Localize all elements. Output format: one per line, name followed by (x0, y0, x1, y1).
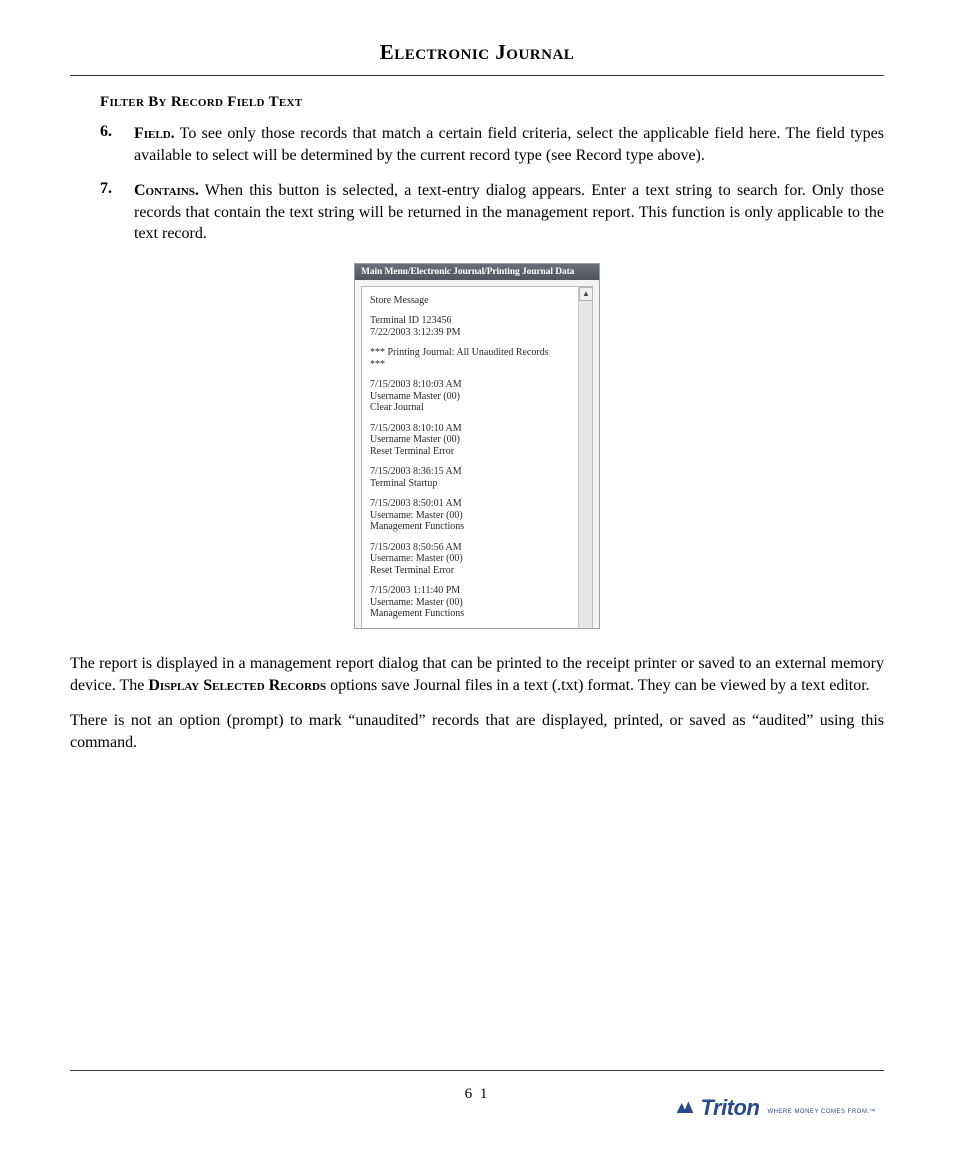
journal-line: *** Printing Journal: All Unaudited Reco… (370, 347, 584, 359)
list-text: When this button is selected, a text-ent… (134, 182, 884, 242)
dialog-titlebar: Main Menu/Electronic Journal/Printing Jo… (355, 264, 599, 280)
journal-entry: Store Message (370, 295, 584, 307)
journal-line: Username: Master (00) (370, 597, 584, 609)
list-body: Contains. When this button is selected, … (134, 180, 884, 245)
journal-line: 7/15/2003 8:50:01 AM (370, 498, 584, 510)
body-paragraph: The report is displayed in a management … (70, 653, 884, 696)
journal-entry: 7/15/2003 8:36:15 AMTerminal Startup (370, 466, 584, 489)
logo-tagline: WHERE MONEY COMES FROM.™ (767, 1109, 876, 1115)
journal-line: Username Master (00) (370, 391, 584, 403)
journal-entry: *** Printing Journal: All Unaudited Reco… (370, 347, 584, 370)
journal-entry: 7/15/2003 8:10:10 AMUsername Master (00)… (370, 423, 584, 458)
list-item: 7. Contains. When this button is selecte… (100, 180, 884, 245)
journal-line: *** (370, 359, 584, 371)
numbered-list: 6. Field. To see only those records that… (100, 123, 884, 245)
list-lead: Contains. (134, 182, 199, 199)
journal-line: Store Message (370, 295, 584, 307)
journal-line: Management Functions (370, 521, 584, 533)
para-text: options save Journal files in a text (.t… (326, 677, 870, 694)
scroll-up-button[interactable]: ▲ (579, 287, 593, 301)
footer-rule (70, 1070, 884, 1071)
journal-line: 7/15/2003 8:50:56 AM (370, 542, 584, 554)
journal-line: Reset Terminal Error (370, 565, 584, 577)
journal-line: Reset Terminal Error (370, 446, 584, 458)
header-rule (70, 75, 884, 76)
journal-line: Username: Master (00) (370, 510, 584, 522)
section-heading: Filter By Record Field Text (100, 94, 884, 111)
journal-line: Username: Master (00) (370, 553, 584, 565)
list-lead: Field. (134, 125, 175, 142)
body-paragraph: There is not an option (prompt) to mark … (70, 710, 884, 753)
journal-entry: Terminal ID 1234567/22/2003 3:12:39 PM (370, 315, 584, 338)
list-body: Field. To see only those records that ma… (134, 123, 884, 166)
scrollbar[interactable]: ▲ ▼ (578, 287, 592, 629)
journal-line: 7/15/2003 8:10:03 AM (370, 379, 584, 391)
journal-line: Terminal Startup (370, 478, 584, 490)
list-text: To see only those records that match a c… (134, 125, 884, 164)
dialog-window: Main Menu/Electronic Journal/Printing Jo… (354, 263, 600, 629)
page-title: Electronic Journal (70, 40, 884, 75)
journal-line: 7/15/2003 8:36:15 AM (370, 466, 584, 478)
journal-line: 7/15/2003 1:11:40 PM (370, 585, 584, 597)
embedded-screenshot: Main Menu/Electronic Journal/Printing Jo… (70, 263, 884, 629)
journal-line: 7/15/2003 8:10:10 AM (370, 423, 584, 435)
inline-smallcaps: Display Selected Records (148, 677, 326, 694)
journal-line: Username Master (00) (370, 434, 584, 446)
journal-entry: 7/15/2003 8:10:03 AMUsername Master (00)… (370, 379, 584, 414)
journal-line: Clear Journal (370, 402, 584, 414)
triton-mark-icon (675, 1098, 695, 1118)
brand-logo: Triton WHERE MONEY COMES FROM.™ (675, 1095, 876, 1121)
dialog-content: Store Message Terminal ID 1234567/22/2003… (361, 286, 593, 629)
journal-entry: 7/15/2003 8:50:01 AMUsername: Master (00… (370, 498, 584, 533)
journal-line: Management Functions (370, 608, 584, 620)
list-number: 7. (100, 180, 134, 245)
journal-line: 7/22/2003 3:12:39 PM (370, 327, 584, 339)
list-item: 6. Field. To see only those records that… (100, 123, 884, 166)
logo-text: Triton (701, 1095, 760, 1121)
journal-entry: 7/15/2003 8:50:56 AMUsername: Master (00… (370, 542, 584, 577)
journal-entry: 7/15/2003 1:11:40 PMUsername: Master (00… (370, 585, 584, 620)
list-number: 6. (100, 123, 134, 166)
journal-line: Terminal ID 123456 (370, 315, 584, 327)
